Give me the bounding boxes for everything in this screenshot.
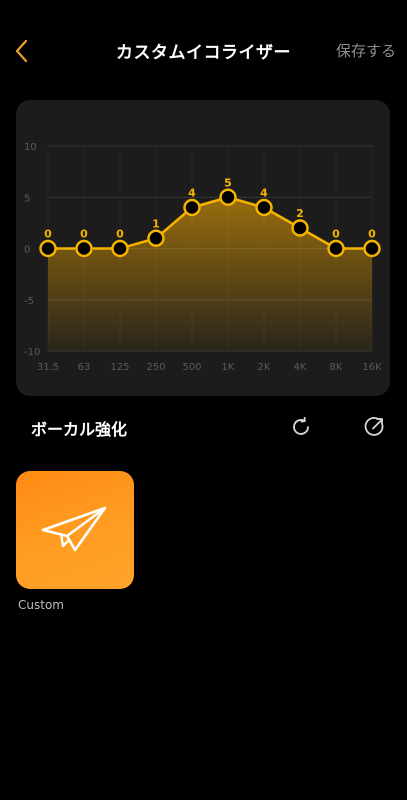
x-tick-label: 2K	[258, 362, 271, 373]
y-tick-label: 10	[24, 142, 37, 153]
eq-point	[219, 188, 237, 206]
eq-value-label: 5	[224, 176, 232, 189]
eq-value-label: 4	[260, 187, 268, 200]
y-tick-label: 5	[24, 193, 30, 204]
eq-value-label: 0	[368, 228, 376, 241]
x-tick-label: 500	[182, 362, 201, 373]
eq-area	[48, 197, 372, 351]
eq-point	[363, 239, 381, 258]
share-icon	[364, 417, 384, 436]
y-tick-label: 0	[24, 245, 30, 256]
x-tick-label: 16K	[362, 362, 382, 373]
x-tick-label: 250	[146, 362, 165, 373]
eq-value-label: 0	[80, 228, 88, 241]
save-button[interactable]: 保存する	[336, 40, 396, 61]
equalizer-chart-svg: 1050-5-1031.5 63 125 250 500 1K 2K 4K 8K 16K0 0 014…	[24, 142, 382, 373]
x-tick-label: 8K	[330, 362, 343, 373]
eq-value-label: 4	[188, 187, 196, 200]
eq-point	[291, 219, 309, 237]
refresh-icon	[293, 416, 309, 435]
share-button[interactable]	[361, 414, 387, 440]
custom-preset-card[interactable]	[16, 471, 134, 589]
eq-point	[39, 239, 57, 258]
eq-value-label: 1	[152, 217, 160, 230]
eq-point	[75, 239, 93, 258]
x-tick-label: 31.5	[37, 362, 59, 373]
preset-row: ボーカル強化	[0, 406, 407, 446]
eq-point	[327, 239, 345, 258]
x-tick-label: 125	[110, 362, 129, 373]
x-tick-label: 63	[78, 362, 91, 373]
top-bar: カスタムイコライザー 保存する	[0, 0, 407, 100]
y-tick-label: -5	[24, 296, 34, 307]
eq-value-label: 0	[116, 228, 124, 241]
eq-value-label: 2	[296, 207, 304, 220]
custom-preset-label: Custom	[18, 598, 64, 612]
eq-point	[147, 229, 165, 247]
y-tick-label: -10	[24, 347, 40, 358]
eq-point	[255, 198, 273, 217]
paper-plane-icon	[41, 506, 107, 552]
eq-value-label: 0	[44, 228, 52, 241]
eq-point	[183, 198, 201, 217]
x-tick-label: 4K	[294, 362, 307, 373]
reset-button[interactable]	[288, 414, 314, 440]
eq-value-label: 0	[332, 228, 340, 241]
equalizer-chart: 10 5 0 -5 -10 31.5 63 125 250 500 1K 2K 4K 8K 16K 0 0 0 1 4…	[16, 100, 390, 396]
preset-name: ボーカル強化	[31, 420, 128, 439]
x-tick-label: 1K	[222, 362, 235, 373]
eq-point	[111, 239, 129, 258]
